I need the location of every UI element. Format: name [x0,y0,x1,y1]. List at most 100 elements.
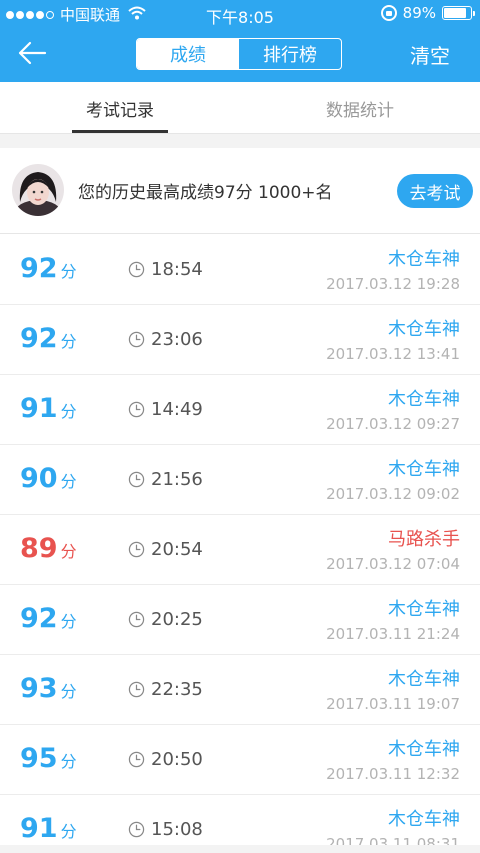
score-value: 91 [20,813,58,844]
back-arrow-icon[interactable] [16,38,48,68]
score-value: 95 [20,743,58,774]
rank-title: 木仓车神 [388,319,460,340]
record-row[interactable]: 92 分 18:54 木仓车神 2017.03.12 19:28 [0,235,480,305]
record-date: 2017.03.11 12:32 [326,765,460,783]
clock-icon [128,541,145,558]
score-unit: 分 [60,332,77,351]
app-header: 中国联通 下午8:05 89% 成绩 排行榜 清空 [0,0,480,82]
record-date: 2017.03.11 19:07 [326,695,460,713]
score-unit: 分 [60,612,77,631]
clock-icon [128,751,145,768]
rank-title: 马路杀手 [388,529,460,550]
record-row[interactable]: 95 分 20:50 木仓车神 2017.03.11 12:32 [0,725,480,795]
tab-exam-records[interactable]: 考试记录 [0,82,240,134]
record-row[interactable]: 89 分 20:54 马路杀手 2017.03.12 07:04 [0,515,480,585]
record-row[interactable]: 93 分 22:35 木仓车神 2017.03.11 19:07 [0,655,480,725]
duration-value: 20:25 [151,609,203,630]
score-unit: 分 [60,822,77,841]
score-unit: 分 [60,472,77,491]
record-date: 2017.03.12 09:02 [326,485,460,503]
section-divider [0,134,480,148]
rank-title: 木仓车神 [388,599,460,620]
rank-title: 木仓车神 [388,669,460,690]
record-duration: 18:54 [128,259,203,280]
duration-value: 23:06 [151,329,203,350]
status-bar: 中国联通 下午8:05 89% [0,0,480,27]
record-score: 92 分 [20,323,77,354]
record-row[interactable]: 92 分 23:06 木仓车神 2017.03.12 13:41 [0,305,480,375]
record-row[interactable]: 91 分 14:49 木仓车神 2017.03.12 09:27 [0,375,480,445]
score-value: 90 [20,463,58,494]
active-tab-indicator [72,130,168,133]
segment-control: 成绩 排行榜 [136,38,342,70]
record-duration: 15:08 [128,819,203,840]
score-value: 92 [20,603,58,634]
score-unit: 分 [60,682,77,701]
score-value: 92 [20,253,58,284]
record-score: 92 分 [20,253,77,284]
battery-icon [442,6,475,20]
duration-value: 22:35 [151,679,203,700]
rank-title: 木仓车神 [388,249,460,270]
record-duration: 20:54 [128,539,203,560]
record-score: 92 分 [20,603,77,634]
record-row[interactable]: 92 分 20:25 木仓车神 2017.03.11 21:24 [0,585,480,655]
duration-value: 15:08 [151,819,203,840]
bottom-edge [0,845,480,853]
avatar[interactable] [12,164,64,216]
exam-record-list: 92 分 18:54 木仓车神 2017.03.12 19:28 92 分 23:06 木仓车神… [0,235,480,853]
record-score: 93 分 [20,673,77,704]
score-value: 89 [20,533,58,564]
rank-title: 木仓车神 [388,389,460,410]
record-score: 89 分 [20,533,77,564]
record-score: 91 分 [20,813,77,844]
duration-value: 20:50 [151,749,203,770]
clock-icon [128,401,145,418]
duration-value: 18:54 [151,259,203,280]
record-duration: 22:35 [128,679,203,700]
duration-value: 21:56 [151,469,203,490]
record-date: 2017.03.11 21:24 [326,625,460,643]
score-unit: 分 [60,262,77,281]
record-score: 95 分 [20,743,77,774]
score-value: 93 [20,673,58,704]
tab-statistics[interactable]: 数据统计 [240,82,480,134]
best-score-summary: 您的历史最高成绩97分 1000+名 [78,183,333,203]
score-value: 91 [20,393,58,424]
record-date: 2017.03.12 19:28 [326,275,460,293]
score-unit: 分 [60,542,77,561]
clock-icon [128,821,145,838]
rank-title: 木仓车神 [388,809,460,830]
record-duration: 21:56 [128,469,203,490]
record-duration: 20:50 [128,749,203,770]
clock-icon [128,261,145,278]
score-unit: 分 [60,752,77,771]
score-unit: 分 [60,402,77,421]
record-duration: 20:25 [128,609,203,630]
tab-bar: 考试记录 数据统计 [0,82,480,134]
clock-icon [128,331,145,348]
duration-value: 20:54 [151,539,203,560]
segment-leaderboard[interactable]: 排行榜 [239,39,341,69]
record-score: 91 分 [20,393,77,424]
take-exam-button[interactable]: 去考试 [397,174,473,208]
record-duration: 14:49 [128,399,203,420]
rank-title: 木仓车神 [388,459,460,480]
record-score: 90 分 [20,463,77,494]
clear-button[interactable]: 清空 [410,40,450,69]
record-date: 2017.03.12 09:27 [326,415,460,433]
segment-scores[interactable]: 成绩 [137,39,239,69]
clock-icon [128,681,145,698]
best-score-banner: 您的历史最高成绩97分 1000+名 去考试 [0,148,480,234]
record-date: 2017.03.12 13:41 [326,345,460,363]
record-row[interactable]: 90 分 21:56 木仓车神 2017.03.12 09:02 [0,445,480,515]
status-right-group: 89% [380,4,475,22]
rotation-lock-icon [380,5,397,21]
duration-value: 14:49 [151,399,203,420]
record-date: 2017.03.12 07:04 [326,555,460,573]
clock-icon [128,611,145,628]
rank-title: 木仓车神 [388,739,460,760]
clock-icon [128,471,145,488]
battery-percent: 89% [402,4,436,22]
record-duration: 23:06 [128,329,203,350]
